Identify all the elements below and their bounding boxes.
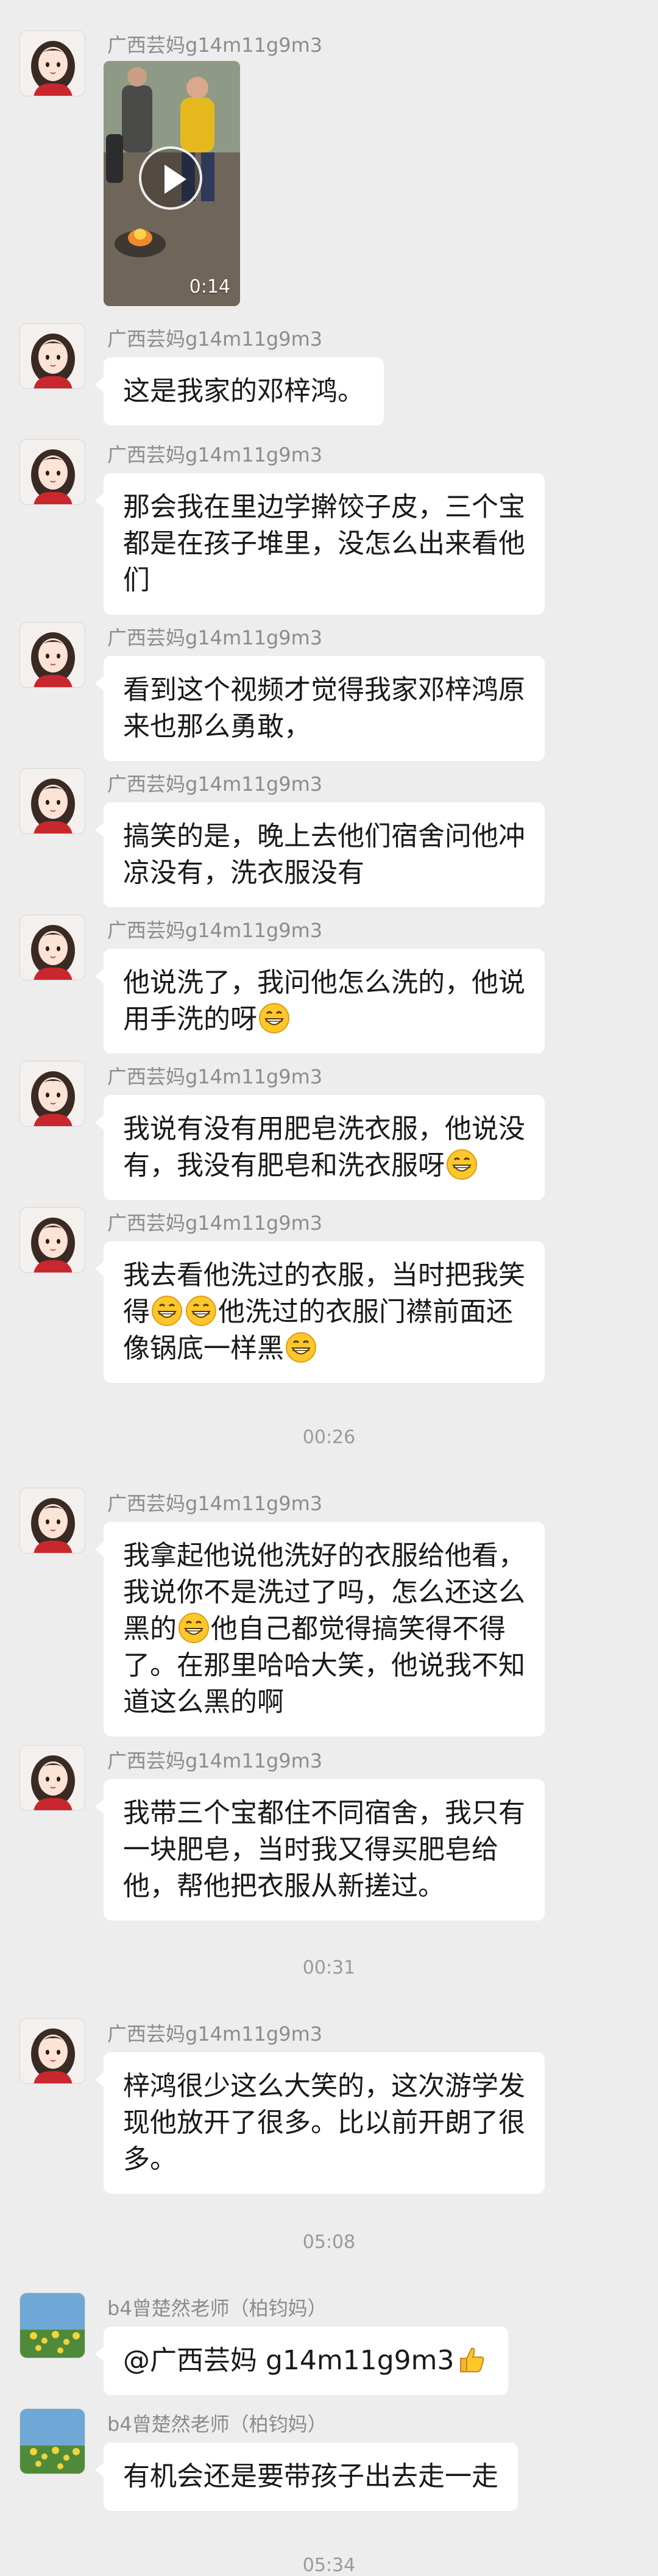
avatar-guangxi[interactable] [19,768,85,834]
sender-name: b4曾楚然老师（柏钧妈） [107,2413,327,2436]
avatar-guangxi[interactable] [19,1207,85,1273]
sender-name: 广西芸妈g14m11g9m3 [107,34,323,57]
sender-name: 广西芸妈g14m11g9m3 [107,1065,323,1088]
sender-name: 广西芸妈g14m11g9m3 [107,1492,323,1515]
avatar-b4-teacher[interactable] [19,2408,85,2474]
avatar-guangxi[interactable] [19,1061,85,1127]
sender-name: 广西芸妈g14m11g9m3 [107,772,323,796]
avatar-b4-teacher[interactable] [19,2292,85,2358]
thumbs-up-icon [459,2347,484,2372]
sender-name: 广西芸妈g14m11g9m3 [107,1749,323,1772]
sender-name: 广西芸妈g14m11g9m3 [107,919,323,942]
timestamp: 05:34 [302,2555,356,2576]
grin-emoji-icon [447,1149,477,1180]
avatar-guangxi[interactable] [19,323,85,389]
avatar-guangxi[interactable] [19,30,85,96]
timestamp: 00:31 [302,1957,356,1978]
grin-emoji-icon [179,1613,209,1643]
video-thumbnail[interactable]: 0:14 [104,61,240,306]
grin-emoji-icon [259,1003,289,1033]
avatar-guangxi[interactable] [19,1488,85,1554]
mention[interactable]: @广西芸妈 g14m11g9m3 [123,2345,455,2376]
sender-name: 广西芸妈g14m11g9m3 [107,626,323,649]
grin-emoji-icon [186,1296,216,1326]
timestamp: 05:08 [302,2232,356,2253]
sender-name: 广西芸妈g14m11g9m3 [107,2022,323,2046]
message-bubble[interactable]: 有机会还是要带孩子出去走一走 [95,2442,518,2511]
avatar-guangxi[interactable] [19,439,85,505]
message-bubble[interactable]: 那会我在里边学擀饺子皮，三个宝 都是在孩子堆里，没怎么出来看他 们 [95,473,545,615]
message-bubble[interactable]: 我拿起他说他洗好的衣服给他看， 我说你不是洗过了吗，怎么还这么 黑的 他自己都觉得… [95,1522,545,1736]
message-bubble[interactable]: 我去看他洗过的衣服，当时把我笑 得他洗过的衣服门襟前面还 像锅底一样黑 [95,1241,545,1383]
avatar-guangxi[interactable] [19,1745,85,1811]
message-bubble[interactable]: 这是我家的邓梓鸿。 [95,357,384,426]
message-bubble[interactable]: 搞笑的是，晚上去他们宿舍问他冲 凉没有，洗衣服没有 [95,802,545,907]
sender-name: b4曾楚然老师（柏钧妈） [107,2297,327,2320]
grin-emoji-icon [286,1332,316,1363]
message-bubble[interactable]: 我说有没有用肥皂洗衣服，他说没 有，我没有肥皂和洗衣服呀 [95,1095,545,1200]
avatar-guangxi[interactable] [19,915,85,980]
avatar-guangxi[interactable] [19,622,85,688]
sender-name: 广西芸妈g14m11g9m3 [107,1211,323,1235]
grin-emoji-icon [152,1296,182,1326]
message-bubble[interactable]: 梓鸿很少这么大笑的，这次游学发 现他放开了很多。比以前开朗了很 多。 [95,2052,545,2194]
sender-name: 广西芸妈g14m11g9m3 [107,327,323,351]
message-bubble[interactable]: 看到这个视频才觉得我家邓梓鸿原 来也那么勇敢， [95,656,545,761]
avatar-guangxi[interactable] [19,2018,85,2084]
message-bubble[interactable]: 他说洗了，我问他怎么洗的，他说 用手洗的呀 [95,949,545,1054]
timestamp: 00:26 [302,1427,356,1448]
message-bubble[interactable]: 我带三个宝都住不同宿舍，我只有 一块肥皂，当时我又得买肥皂给 他，帮他把衣服从新… [95,1779,545,1921]
message-bubble[interactable]: @广西芸妈 g14m11g9m3 [95,2327,508,2395]
chat-window: 广西芸妈g14m11g9m3 0:14 广西芸妈g14m11g9m3 这是我家的… [0,0,658,2576]
play-icon[interactable] [139,146,202,210]
video-duration: 0:14 [189,276,230,298]
sender-name: 广西芸妈g14m11g9m3 [107,443,323,466]
